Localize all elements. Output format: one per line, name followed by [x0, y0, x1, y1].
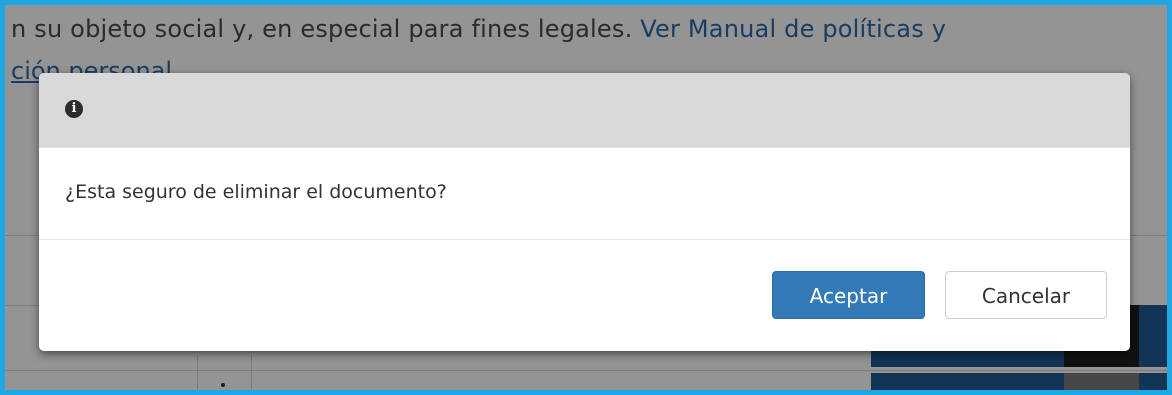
- dialog-body: ¿Esta seguro de eliminar el documento?: [39, 148, 1130, 240]
- info-icon: i: [65, 100, 83, 118]
- dialog-message: ¿Esta seguro de eliminar el documento?: [65, 181, 447, 203]
- dialog-header: i: [39, 73, 1130, 148]
- screenshot-frame: n su objeto social y, en especial para f…: [0, 0, 1172, 395]
- confirm-delete-dialog: i ¿Esta seguro de eliminar el documento?…: [39, 73, 1130, 351]
- accept-button[interactable]: Aceptar: [772, 271, 925, 319]
- cancel-button[interactable]: Cancelar: [945, 271, 1107, 319]
- dialog-footer: Aceptar Cancelar: [39, 240, 1130, 351]
